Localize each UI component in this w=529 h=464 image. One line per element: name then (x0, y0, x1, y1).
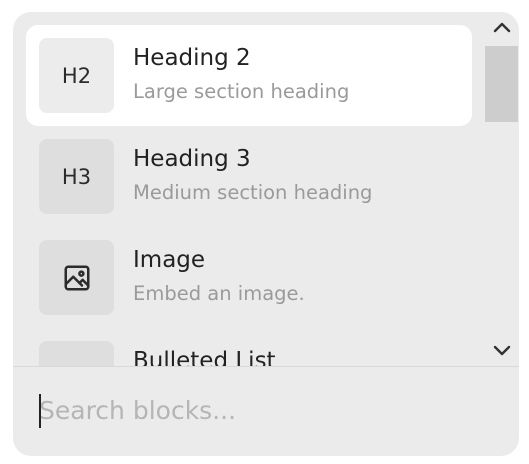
block-item-heading-3[interactable]: H3 Heading 3 Medium section heading (26, 126, 472, 227)
block-item-image[interactable]: Image Embed an image. (26, 227, 472, 328)
search-input[interactable] (39, 392, 479, 428)
scroll-down-button[interactable] (484, 336, 519, 366)
block-item-title: Heading 2 (133, 45, 251, 71)
block-item-description: Large section heading (133, 80, 350, 103)
h3-icon: H3 (39, 139, 114, 214)
scroll-thumb[interactable] (485, 46, 518, 122)
block-item-bulleted-list[interactable]: Bulleted List (26, 328, 472, 366)
chevron-down-icon (493, 345, 510, 356)
scroll-up-button[interactable] (484, 12, 519, 42)
divider (13, 366, 519, 367)
block-item-description: Embed an image. (133, 282, 305, 305)
list-scrollbar[interactable] (484, 12, 519, 366)
block-item-heading-2[interactable]: H2 Heading 2 Large section heading (26, 25, 472, 126)
image-icon (39, 240, 114, 315)
block-item-description: Medium section heading (133, 181, 373, 204)
block-item-title: Heading 3 (133, 146, 251, 172)
block-item-title: Image (133, 247, 206, 273)
block-item-title: Bulleted List (133, 348, 276, 366)
h2-icon: H2 (39, 38, 114, 113)
chevron-up-icon (493, 22, 510, 33)
text-caret (39, 394, 41, 428)
block-list: H2 Heading 2 Large section heading H3 He… (13, 12, 484, 366)
block-picker-popup: H2 Heading 2 Large section heading H3 He… (13, 12, 519, 456)
bulleted-list-icon (39, 341, 114, 366)
